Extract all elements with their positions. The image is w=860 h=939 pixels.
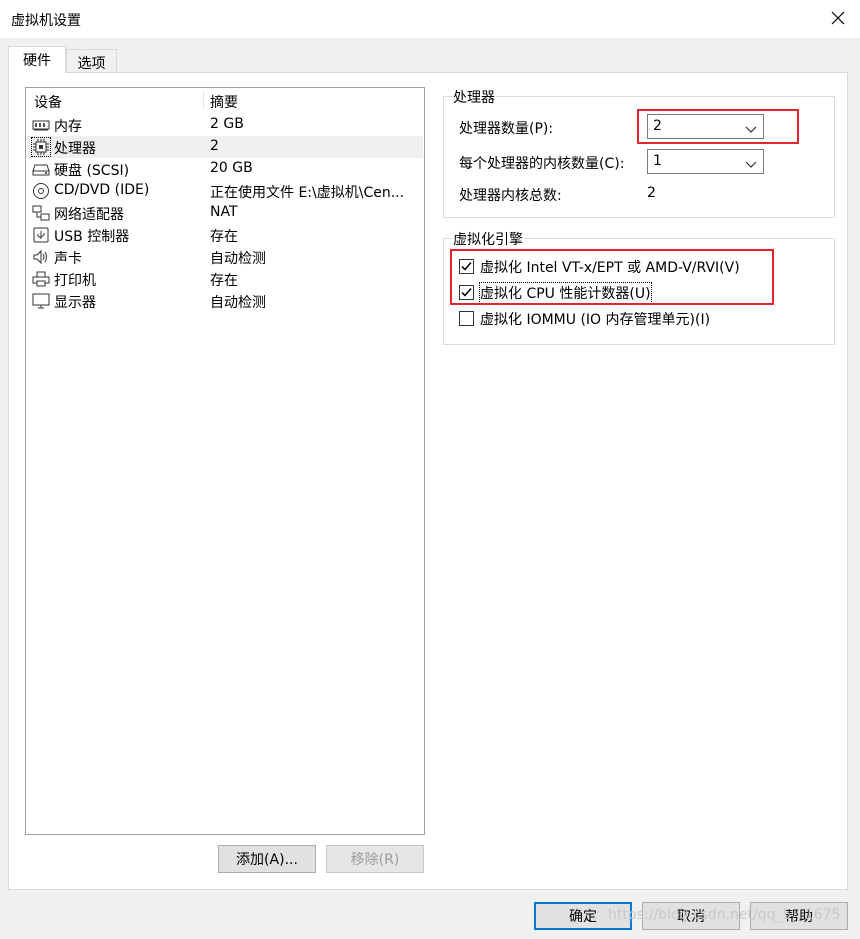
device-row-printer[interactable]: 打印机 存在 <box>27 268 423 290</box>
cd-dvd-icon <box>32 182 50 200</box>
device-summary: 自动检测 <box>210 295 266 311</box>
close-icon[interactable] <box>826 6 850 30</box>
device-summary: 2 GB <box>210 116 244 132</box>
title-bar: 虚拟机设置 <box>0 0 860 38</box>
device-name: 打印机 <box>54 273 96 289</box>
virtualize-iommu-label: 虚拟化 IOMMU (IO 内存管理单元)(I) <box>480 312 711 328</box>
device-row-usb[interactable]: USB 控制器 存在 <box>27 224 423 246</box>
virtualization-engine-legend: 虚拟化引擎 <box>452 229 524 249</box>
remove-device-button[interactable]: 移除(R) <box>326 845 424 873</box>
virtualize-iommu-checkbox[interactable]: 虚拟化 IOMMU (IO 内存管理单元)(I) <box>459 308 779 330</box>
processor-count-label: 处理器数量(P): <box>459 121 554 137</box>
watermark-text: https://blog.csdn.net/qq_5...1675 <box>608 907 841 923</box>
highlight-box <box>637 109 799 144</box>
device-row-sound[interactable]: 声卡 自动检测 <box>27 246 423 268</box>
total-cores-value: 2 <box>647 185 656 201</box>
add-device-button[interactable]: 添加(A)... <box>218 845 316 873</box>
device-summary: 2 <box>210 138 219 154</box>
tab-options[interactable]: 选项 <box>66 49 117 73</box>
device-row-memory[interactable]: 内存 2 GB <box>27 114 423 136</box>
device-list-header: 设备 摘要 <box>26 88 424 112</box>
device-row-cd-dvd[interactable]: CD/DVD (IDE) 正在使用文件 E:\虚拟机\Cen... <box>27 180 423 202</box>
checkbox-unchecked[interactable] <box>459 311 474 326</box>
highlight-box <box>450 249 774 305</box>
device-row-processor[interactable]: 处理器 2 <box>27 136 423 158</box>
device-row-network-adapter[interactable]: 网络适配器 NAT <box>27 202 423 224</box>
chevron-down-icon <box>745 157 757 168</box>
tab-options-label: 选项 <box>77 56 106 72</box>
total-cores-label: 处理器内核总数: <box>459 188 562 204</box>
device-summary: 存在 <box>210 229 238 245</box>
column-header-summary[interactable]: 摘要 <box>210 92 238 112</box>
column-header-device[interactable]: 设备 <box>34 92 62 112</box>
device-name: 内存 <box>54 119 82 135</box>
device-name: 声卡 <box>54 251 82 267</box>
tab-hardware-label: 硬件 <box>23 53 51 69</box>
device-name: 网络适配器 <box>54 207 124 223</box>
device-name: CD/DVD (IDE) <box>54 182 150 198</box>
harddisk-icon <box>32 160 50 178</box>
device-row-harddisk[interactable]: 硬盘 (SCSI) 20 GB <box>27 158 423 180</box>
device-name: 显示器 <box>54 295 96 311</box>
processor-icon <box>31 137 51 157</box>
device-summary: 正在使用文件 E:\虚拟机\Cen... <box>210 185 405 201</box>
device-summary: 自动检测 <box>210 251 266 267</box>
device-name: 硬盘 (SCSI) <box>54 163 130 179</box>
printer-icon <box>32 270 50 288</box>
network-adapter-icon <box>32 204 50 222</box>
tab-hardware[interactable]: 硬件 <box>8 46 66 73</box>
column-divider[interactable] <box>203 90 204 110</box>
cores-per-processor-label: 每个处理器的内核数量(C): <box>459 156 625 172</box>
processor-group-legend: 处理器 <box>452 87 496 107</box>
device-summary: 20 GB <box>210 160 253 176</box>
device-name: 处理器 <box>54 141 96 157</box>
sound-icon <box>32 248 50 266</box>
device-summary: 存在 <box>210 273 238 289</box>
device-name: USB 控制器 <box>54 229 130 245</box>
display-icon <box>32 292 50 310</box>
device-list[interactable]: 设备 摘要 内存 2 GB 处理器 2 硬盘 (SCSI) 20 GB CD/D… <box>25 87 425 835</box>
cores-per-processor-value: 1 <box>653 153 662 169</box>
cores-per-processor-select[interactable]: 1 <box>647 149 764 174</box>
device-summary: NAT <box>210 204 238 220</box>
memory-icon <box>32 116 50 134</box>
window-title: 虚拟机设置 <box>11 13 81 29</box>
device-row-display[interactable]: 显示器 自动检测 <box>27 290 423 312</box>
usb-icon <box>32 226 50 244</box>
